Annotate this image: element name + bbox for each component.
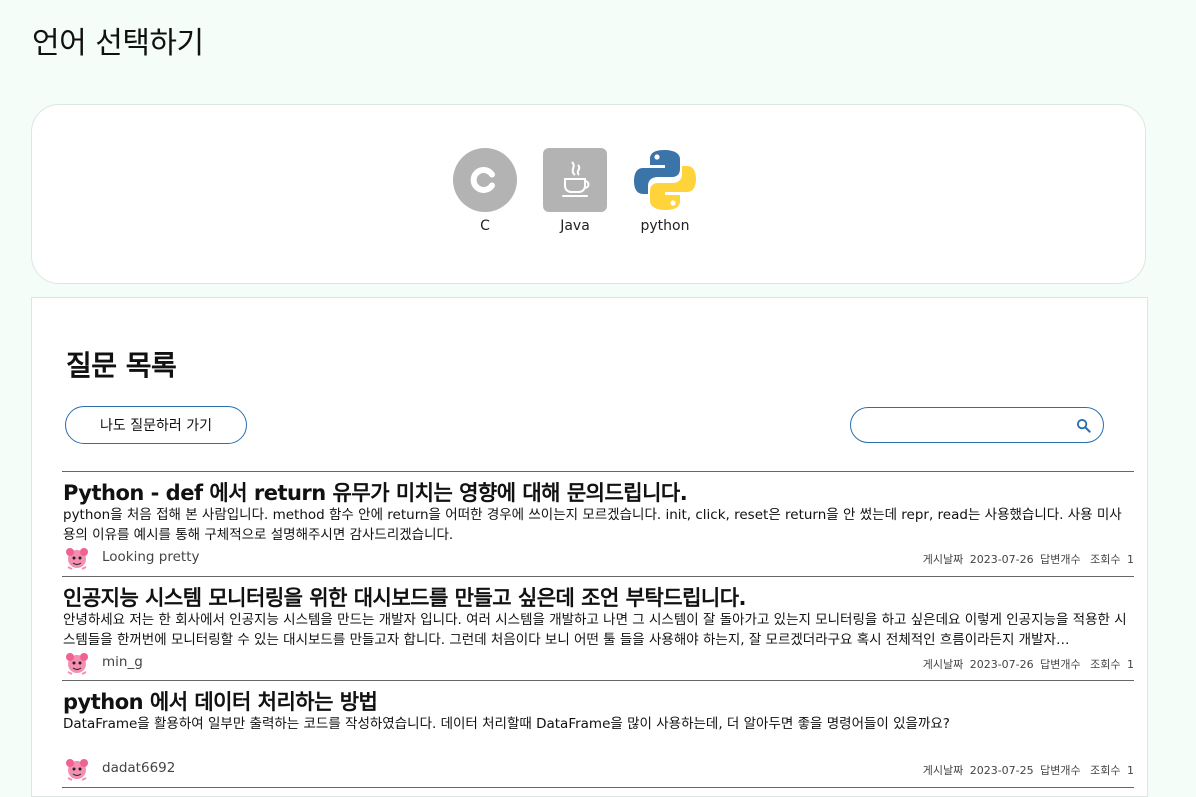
python-icon [633, 148, 697, 212]
post-meta: 게시날짜 2023-07-26 답변개수 조회수 1 [920, 551, 1134, 567]
ask-question-button[interactable]: 나도 질문하러 가기 [65, 406, 247, 444]
post-title[interactable]: python 에서 데이터 처리하는 방법 [63, 686, 378, 716]
post-views-count: 1 [1127, 658, 1134, 671]
post-date-label: 게시날짜 [922, 764, 964, 777]
post-author: Looking pretty [102, 549, 200, 565]
post-body: 안녕하세요 저는 한 회사에서 인공지능 시스템을 만드는 개발자 입니다. 여… [63, 612, 1127, 648]
avatar [66, 653, 88, 675]
post-date-label: 게시날짜 [922, 658, 964, 671]
avatar [66, 759, 88, 781]
language-option-python[interactable]: python [633, 148, 697, 234]
post-footer: Looking pretty 게시날짜 2023-07-26 답변개수 조회수 … [62, 545, 1134, 571]
question-post[interactable]: 인공지능 시스템 모니터링을 위한 대시보드를 만들고 싶은데 조언 부탁드립니… [62, 576, 1134, 681]
post-date: 2023-07-26 [969, 553, 1034, 566]
post-views-label: 조회수 [1090, 764, 1121, 777]
post-title[interactable]: 인공지능 시스템 모니터링을 위한 대시보드를 만들고 싶은데 조언 부탁드립니… [63, 582, 747, 612]
language-option-c[interactable]: C [453, 148, 517, 234]
post-date-label: 게시날짜 [922, 553, 964, 566]
post-meta: 게시날짜 2023-07-25 답변개수 조회수 1 [920, 762, 1134, 778]
language-label-java: Java [560, 218, 590, 234]
post-views-count: 1 [1127, 764, 1134, 777]
post-meta: 게시날짜 2023-07-26 답변개수 조회수 1 [920, 656, 1134, 672]
post-views-label: 조회수 [1090, 658, 1121, 671]
java-icon [543, 148, 607, 212]
question-post[interactable]: python 에서 데이터 처리하는 방법 DataFrame을 활용하여 일부… [62, 680, 1134, 788]
language-selector-card: C Java python [31, 104, 1146, 284]
page-title: 언어 선택하기 [32, 26, 204, 61]
post-body: python을 처음 접해 본 사람입니다. method 함수 안에 retu… [63, 507, 1122, 543]
post-views-label: 조회수 [1090, 553, 1121, 566]
post-footer: dadat6692 게시날짜 2023-07-25 답변개수 조회수 1 [62, 756, 1134, 782]
post-author: min_g [102, 654, 143, 670]
question-list-card: 질문 목록 나도 질문하러 가기 Python - def 에서 return … [31, 297, 1148, 797]
avatar [66, 548, 88, 570]
question-post[interactable]: Python - def 에서 return 유무가 미치는 영향에 대해 문의… [62, 471, 1134, 576]
post-answers-label: 답변개수 [1040, 764, 1081, 777]
post-footer: min_g 게시날짜 2023-07-26 답변개수 조회수 1 [62, 650, 1134, 676]
c-language-icon [453, 148, 517, 212]
post-answers-label: 답변개수 [1040, 658, 1081, 671]
question-list-title: 질문 목록 [66, 349, 177, 382]
post-title[interactable]: Python - def 에서 return 유무가 미치는 영향에 대해 문의… [63, 477, 688, 507]
post-views-count: 1 [1127, 553, 1134, 566]
search-icon[interactable] [1076, 418, 1091, 433]
post-author: dadat6692 [102, 760, 176, 776]
language-label-python: python [640, 218, 690, 234]
post-body: DataFrame을 활용하여 일부만 출력하는 코드를 작성하였습니다. 데이… [63, 716, 950, 732]
post-date: 2023-07-26 [969, 658, 1034, 671]
post-answers-label: 답변개수 [1040, 553, 1081, 566]
language-option-java[interactable]: Java [543, 148, 607, 234]
search-input[interactable] [863, 414, 1067, 438]
search-bar [850, 407, 1104, 443]
language-label-c: C [480, 218, 490, 234]
post-date: 2023-07-25 [969, 764, 1034, 777]
